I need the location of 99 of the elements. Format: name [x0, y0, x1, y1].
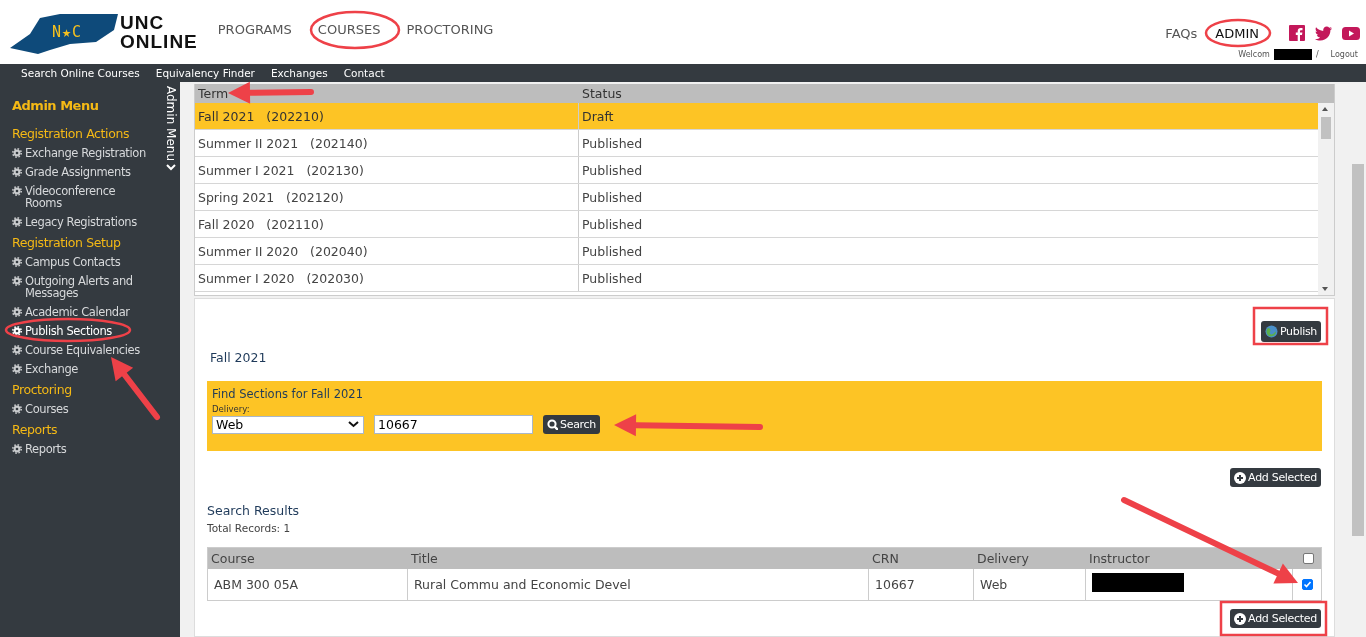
sidebar-heading: Registration Actions: [12, 126, 130, 141]
table-cell: Web: [974, 569, 1086, 600]
logo-text: ONLINE: [120, 32, 198, 51]
table-cell: Summer I 2020 (202030): [195, 265, 579, 291]
column-header: Course: [210, 551, 256, 566]
plus-circle-icon: [1234, 471, 1247, 484]
scrollbar[interactable]: [1318, 103, 1334, 295]
caret-icon: [348, 421, 359, 428]
annotation-ellipse: [1204, 18, 1272, 48]
video-play-icon: [1342, 25, 1360, 41]
facebook-icon: [1289, 25, 1305, 41]
sidebar-title: Admin Menu: [12, 98, 100, 113]
column-header: Title: [410, 551, 439, 566]
sidebar-item[interactable]: Exchange Registration: [12, 144, 162, 163]
search-button[interactable]: Search: [543, 415, 600, 434]
crn-input-field[interactable]: 10667: [374, 415, 533, 434]
term-row[interactable]: Summer I 2020 (202030) Published: [195, 265, 1318, 292]
column-header: Term: [197, 86, 229, 101]
table-cell: Rural Commu and Economic Devel: [408, 569, 869, 600]
scroll-down-icon: [1322, 287, 1328, 291]
top-link[interactable]: ADMIN: [1215, 25, 1259, 41]
sidebar-item[interactable]: Courses: [12, 400, 162, 419]
checkbox[interactable]: [1301, 579, 1313, 590]
column-header: CRN: [871, 551, 900, 566]
sidebar-heading: Registration Setup: [12, 235, 122, 250]
total-records-text: Total Records: 1: [207, 522, 292, 534]
scrollbar-thumb[interactable]: [1321, 117, 1331, 139]
table-cell: Spring 2021 (202120): [195, 184, 579, 210]
table-cell-text: Published: [581, 243, 644, 259]
nav-link[interactable]: PROCTORING: [406, 22, 494, 37]
subnav-link[interactable]: Equivalency Finder: [155, 67, 255, 79]
sidebar-item[interactable]: Videoconference Rooms: [12, 182, 162, 213]
column-header: Status: [581, 86, 622, 101]
table-cell-text: Published: [581, 270, 644, 286]
form-title: Find Sections for Fall 2021: [212, 387, 364, 401]
nav-link[interactable]: PROGRAMS: [217, 22, 292, 37]
search-icon: [547, 419, 558, 430]
gear-icon: [12, 404, 22, 414]
gear-icon: [12, 444, 22, 454]
sidebar-item[interactable]: Legacy Registrations: [12, 213, 162, 232]
welcome-text: Welcom: [1238, 50, 1270, 59]
sidebar-item[interactable]: Campus Contacts: [12, 253, 162, 272]
subnav-link[interactable]: Search Online Courses: [21, 67, 140, 79]
sidebar-item[interactable]: Outgoing Alerts and Messages: [12, 272, 162, 303]
sidebar-item[interactable]: Exchange: [12, 360, 162, 379]
table-cell: Summer II 2020 (202040): [195, 238, 579, 264]
checkmark-icon: [1302, 580, 1312, 589]
delivery-dropdown[interactable]: Web: [212, 415, 364, 434]
sidebar-item[interactable]: Course Equivalencies: [12, 341, 162, 360]
term-row[interactable]: Fall 2020 (202110) Published: [195, 211, 1318, 238]
table-cell-text: Published: [581, 162, 644, 178]
sidebar-item[interactable]: Publish Sections: [12, 322, 162, 341]
sidebar-heading: Proctoring: [12, 382, 73, 397]
column-header: Delivery: [976, 551, 1030, 566]
term-title: Fall 2021: [210, 350, 268, 365]
results-title: Search Results: [207, 503, 301, 518]
logout-link[interactable]: Logout: [1330, 50, 1358, 59]
field-label: Delivery:: [212, 404, 251, 414]
twitter-bird-icon: [1315, 25, 1332, 41]
sidebar-item[interactable]: Academic Calendar: [12, 303, 162, 322]
table-cell-text: Published: [581, 135, 644, 151]
subnav-link[interactable]: Exchanges: [270, 67, 328, 79]
logo-badge-text: N★C: [51, 23, 83, 41]
table-cell: Fall 2021 (202210): [195, 103, 579, 129]
table-cell-text: Draft: [581, 108, 615, 124]
top-link[interactable]: FAQs: [1165, 25, 1198, 41]
column-header: Instructor: [1088, 551, 1151, 566]
redaction-block: [1273, 49, 1312, 60]
annotation-arrow: [111, 357, 160, 420]
subnav-link[interactable]: Contact: [343, 67, 385, 79]
sidebar-item[interactable]: Reports: [12, 440, 162, 459]
separator-text: /: [1315, 50, 1319, 59]
menu-tab-label[interactable]: Admin Menu: [164, 86, 178, 161]
chevron-down-icon: [166, 163, 176, 171]
globe-icon: [1264, 325, 1278, 338]
nav-link[interactable]: COURSES: [317, 22, 381, 37]
sidebar-heading: Reports: [12, 422, 59, 437]
plus-circle-icon: [1234, 612, 1247, 625]
scroll-up-icon: [1322, 107, 1328, 111]
table-cell: 10667: [869, 569, 974, 600]
table-cell: Summer I 2021 (202130): [195, 157, 579, 183]
table-cell-text: Published: [581, 216, 644, 232]
logo-text: UNC: [120, 13, 166, 32]
table-cell-text: Published: [581, 189, 644, 205]
term-row[interactable]: Summer II 2021 (202140) Published: [195, 130, 1318, 157]
table-cell: ABM 300 05A: [208, 569, 408, 600]
add-selected-button[interactable]: Add Selected: [1230, 468, 1321, 487]
sidebar-item[interactable]: Grade Assignments: [12, 163, 162, 182]
term-row[interactable]: Spring 2021 (202120) Published: [195, 184, 1318, 211]
scrollbar-thumb[interactable]: [1352, 164, 1364, 536]
term-row[interactable]: Summer I 2021 (202130) Published: [195, 157, 1318, 184]
gear-icon: [12, 217, 22, 227]
table-cell: Summer II 2021 (202140): [195, 130, 579, 156]
publish-button[interactable]: Publish: [1260, 321, 1321, 342]
table-cell: Fall 2020 (202110): [195, 211, 579, 237]
add-selected-button[interactable]: Add Selected: [1230, 609, 1321, 628]
term-row[interactable]: Summer II 2020 (202040) Published: [195, 238, 1318, 265]
checkbox[interactable]: [1303, 553, 1314, 564]
term-row[interactable]: Fall 2021 (202210) Draft: [195, 103, 1318, 130]
